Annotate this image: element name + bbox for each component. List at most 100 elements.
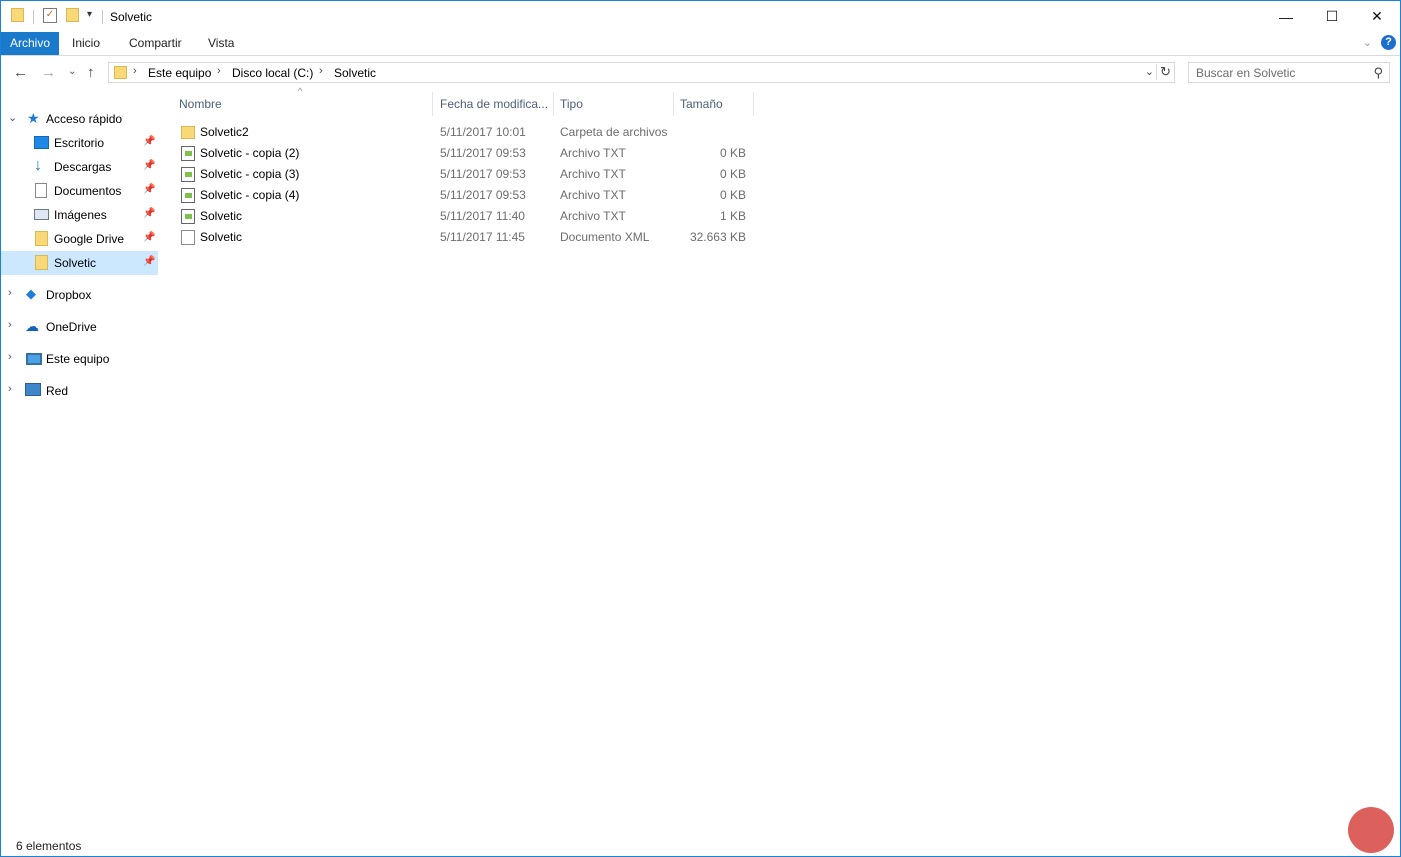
file-size: 0 KB	[719, 188, 746, 202]
pin-icon[interactable]: 📌	[143, 232, 155, 243]
tab-compartir[interactable]: Compartir	[119, 32, 192, 55]
pin-icon[interactable]: 📌	[143, 136, 155, 147]
navigation-pane: ⌄ ★ Acceso rápido Escritorio 📌 ↓ Descarg…	[1, 101, 161, 821]
file-row[interactable]: Solvetic2 5/11/2017 10:01 Carpeta de arc…	[173, 122, 753, 143]
chevron-down-icon[interactable]: ⌄	[1145, 65, 1154, 78]
breadcrumb-solvetic[interactable]: Solvetic	[334, 66, 376, 80]
search-placeholder: Buscar en Solvetic	[1196, 66, 1296, 80]
maximize-button[interactable]: ☐	[1309, 1, 1355, 32]
nav-item-onedrive[interactable]: › ☁ OneDrive	[1, 315, 158, 339]
navigation-bar: ← → ⌄ ↑ › Este equipo › Disco local (C:)…	[1, 56, 1400, 90]
file-date: 5/11/2017 09:53	[440, 188, 526, 202]
file-name: Solvetic - copia (3)	[200, 167, 300, 181]
nav-item-este-equipo[interactable]: › Este equipo	[1, 347, 158, 371]
new-folder-icon[interactable]	[66, 8, 79, 22]
tab-vista[interactable]: Vista	[198, 32, 244, 55]
nav-label: Acceso rápido	[46, 112, 123, 126]
file-row[interactable]: Solvetic - copia (4) 5/11/2017 09:53 Arc…	[173, 185, 753, 206]
address-bar[interactable]: › Este equipo › Disco local (C:) › Solve…	[108, 62, 1175, 83]
nav-item-solvetic[interactable]: Solvetic 📌	[1, 251, 158, 275]
pin-icon[interactable]: 📌	[143, 160, 155, 171]
file-type: Archivo TXT	[560, 209, 626, 223]
file-row[interactable]: Solvetic - copia (3) 5/11/2017 09:53 Arc…	[173, 164, 753, 185]
chevron-right-icon[interactable]: ›	[319, 65, 323, 77]
properties-icon[interactable]: ✓	[43, 8, 57, 23]
file-date: 5/11/2017 09:53	[440, 146, 526, 160]
recent-locations-icon[interactable]: ⌄	[68, 66, 76, 77]
close-button[interactable]: ✕	[1354, 1, 1400, 32]
file-name: Solvetic	[200, 230, 243, 244]
nav-label: Descargas	[54, 160, 112, 174]
up-button[interactable]: ↑	[87, 64, 95, 81]
file-name: Solvetic - copia (2)	[200, 146, 300, 160]
nav-item-acceso-rapido[interactable]: ⌄ ★ Acceso rápido	[1, 107, 158, 131]
nav-item-google-drive[interactable]: Google Drive 📌	[1, 227, 158, 251]
help-icon[interactable]: ?	[1381, 35, 1396, 50]
ribbon-tabs: Archivo Inicio Compartir Vista ⌄ ?	[1, 32, 1400, 56]
nav-label: Solvetic	[54, 256, 97, 270]
file-name: Solvetic2	[200, 125, 249, 139]
text-file-icon	[181, 209, 195, 224]
nav-item-dropbox[interactable]: › ◆ Dropbox	[1, 283, 158, 307]
back-button[interactable]: ←	[13, 64, 28, 81]
text-file-icon	[181, 188, 195, 203]
tab-inicio[interactable]: Inicio	[62, 32, 110, 55]
chevron-right-icon[interactable]: ›	[8, 319, 12, 331]
onedrive-icon: ☁	[25, 318, 39, 334]
customize-toolbar-icon[interactable]: ▾	[87, 9, 92, 20]
expand-ribbon-icon[interactable]: ⌄	[1363, 36, 1372, 49]
download-icon: ↓	[34, 157, 42, 174]
column-header-tamano[interactable]: Tamaño	[674, 92, 754, 116]
chevron-right-icon[interactable]: ›	[8, 351, 12, 363]
explorer-window: ✓ ▾ Solvetic — ☐ ✕ Archivo Inicio Compar…	[0, 0, 1401, 857]
column-header-nombre[interactable]: Nombre	[173, 92, 433, 116]
file-date: 5/11/2017 11:40	[440, 209, 525, 223]
breadcrumb-este-equipo[interactable]: Este equipo	[148, 66, 211, 80]
file-row[interactable]: Solvetic 5/11/2017 11:45 Documento XML 3…	[173, 227, 753, 248]
minimize-button[interactable]: —	[1263, 1, 1309, 32]
file-type: Documento XML	[560, 230, 650, 244]
computer-icon	[26, 353, 42, 365]
file-row[interactable]: Solvetic 5/11/2017 11:40 Archivo TXT 1 K…	[173, 206, 753, 227]
pin-icon[interactable]: 📌	[143, 184, 155, 195]
folder-icon	[35, 255, 48, 270]
pin-icon[interactable]: 📌	[143, 256, 155, 267]
file-size: 32.663 KB	[689, 230, 746, 244]
nav-item-red[interactable]: › Red	[1, 379, 158, 403]
chevron-right-icon[interactable]: ›	[217, 65, 221, 77]
documents-icon	[35, 183, 47, 198]
nav-item-documentos[interactable]: Documentos 📌	[1, 179, 158, 203]
pin-icon[interactable]: 📌	[143, 208, 155, 219]
separator	[102, 10, 103, 24]
nav-item-imagenes[interactable]: Imágenes 📌	[1, 203, 158, 227]
file-type: Archivo TXT	[560, 146, 626, 160]
separator	[33, 10, 34, 24]
nav-item-descargas[interactable]: ↓ Descargas 📌	[1, 155, 158, 179]
network-icon	[25, 383, 41, 396]
nav-item-escritorio[interactable]: Escritorio 📌	[1, 131, 158, 155]
title-bar: ✓ ▾ Solvetic — ☐ ✕	[1, 1, 1400, 32]
chevron-right-icon[interactable]: ›	[133, 65, 137, 77]
search-box[interactable]: Buscar en Solvetic ⚲	[1188, 62, 1390, 83]
file-name: Solvetic - copia (4)	[200, 188, 300, 202]
xml-file-icon	[181, 230, 195, 245]
breadcrumb-disco-local[interactable]: Disco local (C:)	[232, 66, 313, 80]
watermark-logo	[1348, 807, 1394, 853]
chevron-right-icon[interactable]: ›	[8, 287, 12, 299]
star-icon: ★	[27, 110, 40, 126]
file-date: 5/11/2017 11:45	[440, 230, 525, 244]
nav-label: Este equipo	[46, 352, 110, 366]
chevron-down-icon[interactable]: ⌄	[8, 111, 17, 124]
refresh-icon[interactable]: ↻	[1156, 64, 1171, 80]
file-size: 0 KB	[719, 146, 746, 160]
forward-button[interactable]: →	[41, 64, 56, 81]
chevron-right-icon[interactable]: ›	[8, 383, 12, 395]
window-title: Solvetic	[110, 10, 153, 24]
column-header-fecha[interactable]: Fecha de modifica...	[434, 92, 554, 116]
column-header-tipo[interactable]: Tipo	[554, 92, 674, 116]
file-row[interactable]: Solvetic - copia (2) 5/11/2017 09:53 Arc…	[173, 143, 753, 164]
folder-icon	[11, 8, 24, 22]
tab-archivo[interactable]: Archivo	[1, 32, 60, 55]
search-icon[interactable]: ⚲	[1373, 65, 1383, 81]
file-type: Carpeta de archivos	[560, 125, 668, 139]
